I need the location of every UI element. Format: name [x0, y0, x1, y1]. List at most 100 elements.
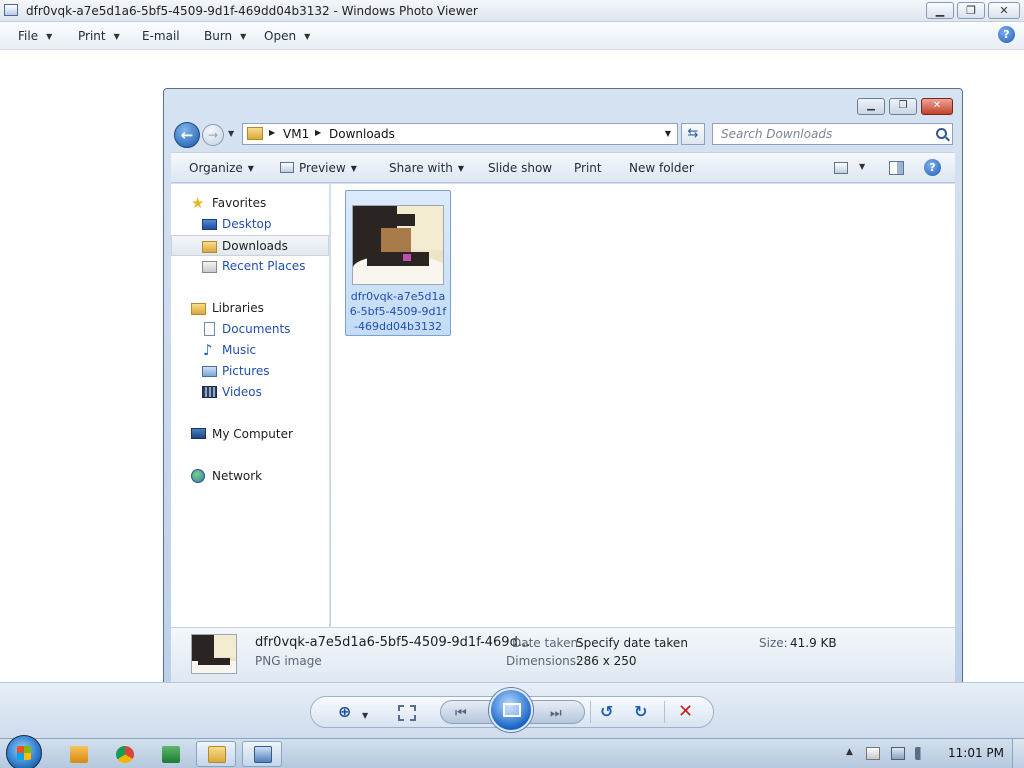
- nav-recent-places-label: Recent Places: [222, 259, 306, 273]
- libraries-icon: [191, 303, 206, 315]
- chevron-down-icon[interactable]: ▼: [362, 707, 368, 725]
- title-bar: dfr0vqk-a7e5d1a6-5bf5-4509-9d1f-469dd04b…: [0, 0, 1024, 22]
- chrome-icon: [116, 746, 134, 763]
- slide-show-button[interactable]: [489, 688, 533, 732]
- recent-places-icon: [202, 261, 217, 273]
- organize-label: Organize: [189, 161, 243, 175]
- nav-network: Network: [171, 466, 329, 487]
- breadcrumb-downloads: Downloads: [329, 127, 395, 141]
- computer-icon: [191, 428, 206, 439]
- menu-print-label: Print: [78, 29, 106, 43]
- navigation-pane: ★ Favorites Desktop Downloads Recent Pla…: [171, 184, 330, 627]
- folder-icon: [247, 127, 263, 140]
- next-icon[interactable]: ⏭: [550, 705, 562, 723]
- slide-show-icon: [503, 703, 521, 717]
- nav-pictures: Pictures: [171, 361, 329, 382]
- chevron-down-icon: ▼: [247, 164, 254, 173]
- nav-libraries-label: Libraries: [212, 301, 264, 315]
- forward-arrow-icon: →: [202, 124, 224, 146]
- delete-icon[interactable]: ✕: [678, 703, 693, 721]
- nav-favorites: ★ Favorites: [171, 193, 329, 214]
- taskbar-media-player[interactable]: [58, 741, 98, 767]
- start-button[interactable]: [6, 735, 42, 768]
- file-name: dfr0vqk-a7e5d1a 6-5bf5-4509-9d1f -469dd0…: [348, 289, 448, 334]
- chevron-down-icon: ▼: [350, 164, 357, 173]
- new-folder-button: New folder: [629, 161, 694, 175]
- details-size-label: Size:: [759, 636, 788, 650]
- actual-size-icon[interactable]: [398, 705, 416, 721]
- rotate-counterclockwise-icon[interactable]: ↺: [600, 703, 613, 721]
- details-pane: dfr0vqk-a7e5d1a6-5bf5-4509-9d1f-469d... …: [171, 627, 955, 682]
- nav-music: ♪ Music: [171, 340, 329, 361]
- nav-recent-places: Recent Places: [171, 256, 329, 277]
- details-date-taken-value: Specify date taken: [576, 636, 688, 650]
- nav-pictures-label: Pictures: [222, 364, 270, 378]
- help-icon: ?: [924, 159, 941, 176]
- maximize-button[interactable]: ❐: [957, 2, 985, 19]
- chevron-down-icon: ▼: [457, 164, 465, 173]
- menu-file[interactable]: File ▼: [18, 29, 52, 43]
- breadcrumb-vm1: VM1: [283, 127, 310, 141]
- preview-button: Preview ▼: [280, 161, 357, 175]
- menu-bar: File ▼ Print ▼ E-mail Burn ▼ Open ▼ ?: [0, 22, 1024, 50]
- displayed-image-explorer-window: ▁ ❐ ✕ ← → ▼ ▶ VM1 ▶ Downloads ▼ ⇆ Search…: [163, 88, 963, 688]
- zoom-icon[interactable]: ⊕: [338, 703, 351, 721]
- details-dimensions-label: Dimensions:: [506, 654, 581, 668]
- explorer-maximize-button: ❐: [889, 98, 917, 115]
- show-desktop-button[interactable]: [1012, 739, 1024, 768]
- taskbar-photo-viewer[interactable]: [242, 741, 282, 767]
- taskbar-explorer[interactable]: [196, 741, 236, 767]
- chevron-down-icon: ▼: [46, 32, 53, 41]
- clock[interactable]: 11:01 PM: [948, 746, 1004, 760]
- menu-open[interactable]: Open ▼: [264, 29, 310, 43]
- menu-open-label: Open: [264, 29, 297, 43]
- rotate-clockwise-icon[interactable]: ↻: [634, 703, 647, 721]
- file-name-line: dfr0vqk-a7e5d1a: [350, 290, 446, 303]
- nav-downloads: Downloads: [171, 235, 329, 256]
- taskbar-excel[interactable]: [150, 741, 190, 767]
- share-with-label: Share with: [389, 161, 453, 175]
- volume-icon[interactable]: [915, 747, 929, 760]
- show-hidden-icons-icon[interactable]: ▲: [846, 747, 853, 757]
- menu-print[interactable]: Print ▼: [78, 29, 120, 43]
- chevron-down-icon: ▼: [859, 162, 866, 171]
- nav-favorites-label: Favorites: [212, 196, 267, 210]
- downloads-folder-icon: [202, 241, 217, 253]
- chevron-down-icon: ▼: [664, 129, 671, 138]
- help-icon[interactable]: ?: [998, 26, 1015, 43]
- star-icon: ★: [191, 194, 205, 212]
- network-status-icon[interactable]: [891, 747, 905, 760]
- chevron-down-icon: ▼: [304, 32, 311, 41]
- media-player-icon: [70, 746, 88, 763]
- taskbar: ▲ 11:01 PM: [0, 735, 1024, 768]
- nav-network-label: Network: [212, 469, 263, 483]
- window-title: dfr0vqk-a7e5d1a6-5bf5-4509-9d1f-469dd04b…: [26, 4, 478, 18]
- explorer-minimize-button: ▁: [857, 98, 885, 115]
- nav-documents: Documents: [171, 319, 329, 340]
- nav-downloads-label: Downloads: [222, 239, 288, 253]
- nav-desktop: Desktop: [171, 214, 329, 235]
- minimize-icon: ▁: [867, 100, 875, 111]
- excel-icon: [162, 746, 180, 763]
- file-list: dfr0vqk-a7e5d1a 6-5bf5-4509-9d1f -469dd0…: [331, 184, 955, 627]
- file-name-line: 6-5bf5-4509-9d1f: [349, 305, 447, 318]
- minimize-button[interactable]: ▁: [926, 2, 954, 19]
- close-icon: ✕: [999, 4, 1009, 17]
- nav-desktop-label: Desktop: [222, 217, 272, 231]
- taskbar-chrome[interactable]: [104, 741, 144, 767]
- change-view-icon: [834, 162, 848, 174]
- videos-icon: [202, 386, 217, 398]
- restore-icon: ❐: [966, 4, 976, 17]
- nav-my-computer: My Computer: [171, 424, 329, 445]
- menu-email[interactable]: E-mail: [142, 29, 180, 43]
- action-center-icon[interactable]: [866, 747, 880, 760]
- menu-burn[interactable]: Burn ▼: [204, 29, 246, 43]
- preview-icon: [280, 162, 294, 173]
- close-button[interactable]: ✕: [988, 2, 1020, 19]
- divider: [664, 701, 665, 723]
- search-icon: [936, 128, 947, 139]
- previous-icon[interactable]: ⏮: [455, 705, 467, 723]
- share-with-button: Share with ▼: [389, 161, 464, 175]
- organize-button: Organize ▼: [189, 161, 254, 175]
- print-button: Print: [574, 161, 602, 175]
